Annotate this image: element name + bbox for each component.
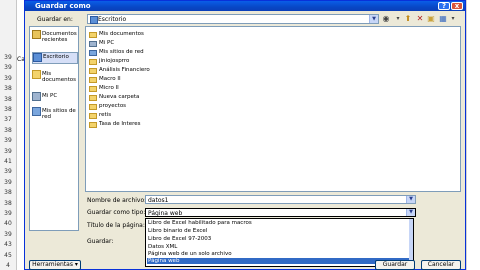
help-button[interactable]: ? — [438, 2, 450, 10]
save-as-dialog: Guardar como ? x Guardar en: Escritorio … — [24, 0, 466, 270]
place-my-computer[interactable]: Mi PC — [32, 92, 78, 102]
chevron-down-icon[interactable]: ▼ — [369, 15, 378, 23]
filetype-label: Guardar como tipo: — [87, 209, 146, 216]
excel-row-number: 39 — [4, 74, 12, 82]
folder-icon — [89, 77, 97, 83]
excel-row-number: 39 — [4, 137, 12, 145]
excel-row-number: 38 — [4, 95, 12, 103]
chevron-down-icon: ▾ — [74, 261, 78, 268]
my-computer-icon — [32, 92, 41, 101]
excel-row-number: 37 — [4, 116, 12, 124]
save-in-value: Escritorio — [98, 16, 127, 23]
computer-icon — [89, 41, 97, 47]
excel-row-number: 39 — [4, 168, 12, 176]
filetype-option-selected[interactable]: Página web — [147, 258, 412, 264]
place-recent-documents[interactable]: Documentos recientes — [32, 30, 78, 46]
chevron-down-icon[interactable]: ▼ — [406, 196, 415, 203]
folder-icon — [89, 86, 97, 92]
places-bar: Documentos recientes Escritorio Mis docu… — [29, 26, 79, 231]
excel-row-number: 39 — [4, 64, 12, 72]
excel-right-column — [466, 0, 480, 270]
save-in-label: Guardar en: — [37, 16, 73, 23]
excel-row-number: 39 — [4, 230, 12, 238]
chevron-down-icon[interactable]: ▼ — [406, 209, 415, 216]
save-button[interactable]: Guardar — [375, 260, 415, 270]
excel-row-number: 39 — [4, 54, 12, 61]
cancel-button[interactable]: Cancelar — [421, 260, 461, 270]
save-scope-label: Guardar: — [87, 238, 114, 245]
recent-documents-icon — [32, 30, 41, 39]
filetype-option[interactable]: Libro de Excel 97-2003 — [148, 236, 211, 242]
network-places-icon — [32, 107, 41, 116]
filetype-option[interactable]: Datos XML — [148, 244, 177, 250]
filetype-option[interactable]: Libro binario de Excel — [148, 228, 207, 234]
my-documents-icon — [32, 70, 41, 79]
tools-button[interactable]: Herramientas ▾ — [29, 260, 81, 270]
filetype-option[interactable]: Página web de un solo archivo — [148, 251, 232, 257]
folder-icon — [89, 59, 97, 65]
filename-input[interactable]: datos1 ▼ — [145, 195, 416, 204]
place-desktop[interactable]: Escritorio — [32, 52, 78, 64]
excel-row-number: 38 — [4, 199, 12, 207]
desktop-icon — [90, 16, 98, 24]
place-my-documents[interactable]: Mis documentos — [32, 70, 78, 86]
dropdown-scrollbar[interactable] — [409, 219, 413, 266]
folder-icon — [89, 104, 97, 110]
views-icon[interactable]: ▦ — [438, 14, 448, 24]
excel-row-number: 38 — [4, 106, 12, 113]
dialog-titlebar[interactable]: Guardar como ? x — [25, 1, 465, 11]
excel-row-headers: 39 39 39 38 38 38 37 38 39 39 41 39 39 38 38 39 40 39 43 45… — [0, 0, 17, 270]
filetype-value: Página web — [148, 210, 183, 217]
views-dropdown-icon[interactable]: ▾ — [448, 14, 458, 24]
up-folder-icon[interactable]: ⬆ — [403, 14, 413, 24]
excel-row-number: 45 — [4, 251, 12, 259]
file-list[interactable]: Mis documentos Mi PC Mis sitios de red j… — [85, 26, 461, 192]
excel-row-number: 39 — [4, 147, 12, 155]
save-in-combo[interactable]: Escritorio ▼ — [87, 14, 379, 24]
delete-icon[interactable]: ✕ — [415, 14, 425, 24]
excel-row-number: 43 — [4, 241, 12, 249]
folder-icon — [89, 32, 97, 38]
excel-row-number: 39 — [4, 210, 12, 217]
folder-icon — [89, 95, 97, 101]
filename-value: datos1 — [148, 197, 169, 204]
filetype-select[interactable]: Página web ▼ — [145, 208, 416, 217]
filetype-dropdown-list[interactable]: Libro de Excel habilitado para macros Li… — [145, 218, 414, 267]
desktop-icon — [33, 53, 42, 62]
page-title-label: Título de la página: — [87, 222, 145, 229]
folder-icon — [89, 68, 97, 74]
dialog-title: Guardar como — [35, 2, 91, 10]
filetype-option[interactable]: Libro de Excel habilitado para macros — [148, 220, 252, 226]
close-button[interactable]: x — [451, 2, 463, 10]
folder-icon — [89, 122, 97, 128]
excel-row-number: 38 — [4, 85, 12, 93]
filename-label: Nombre de archivo: — [87, 197, 147, 204]
place-network[interactable]: Mis sitios de red — [32, 107, 78, 123]
excel-row-number: 38 — [4, 126, 12, 134]
excel-row-number: 4 — [6, 262, 10, 269]
excel-row-number: 40 — [4, 220, 12, 228]
folder-icon — [89, 113, 97, 119]
web-globe-icon[interactable]: ◉ — [381, 14, 391, 24]
excel-row-number: 41 — [4, 158, 12, 165]
excel-row-number: 39 — [4, 178, 12, 186]
dropdown-arrow-icon[interactable]: ▾ — [393, 14, 403, 24]
new-folder-icon[interactable]: ▣ — [426, 14, 436, 24]
excel-row-number: 38 — [4, 189, 12, 197]
network-icon — [89, 50, 97, 56]
